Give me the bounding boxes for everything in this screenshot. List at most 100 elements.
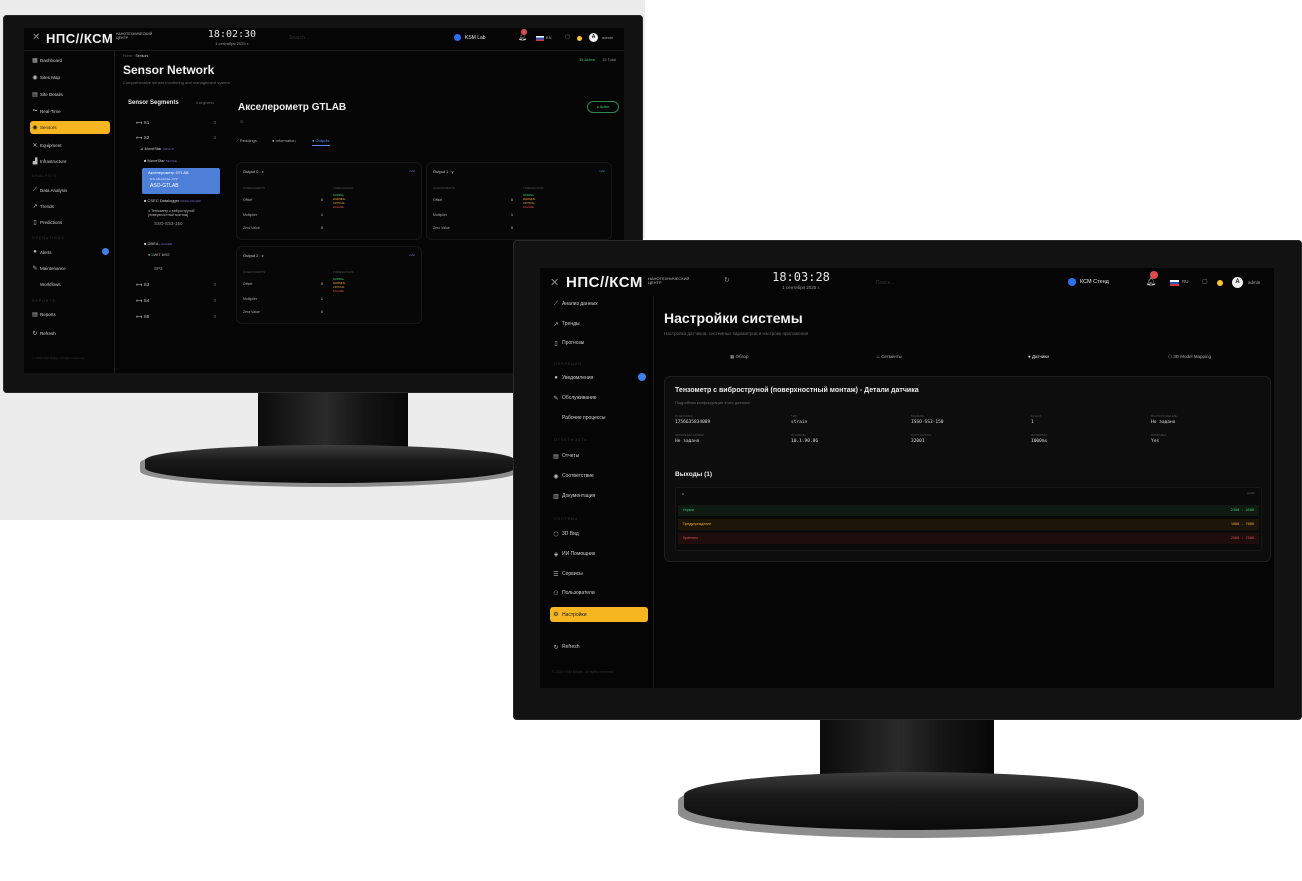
coef-zero: Zero Value 0	[243, 226, 323, 230]
section-analysis: Analysis	[32, 174, 57, 178]
notification-badge	[1150, 271, 1158, 279]
nav-sensors[interactable]: ◉ Sensors	[30, 121, 110, 134]
nav-infrastructure[interactable]: ▟ Infrastructure	[30, 155, 108, 167]
status-badge: ● Active	[587, 101, 619, 113]
nav-services[interactable]: ☰ Сервисы	[550, 568, 648, 580]
nav-compliance[interactable]: ◉ Соответствие	[550, 470, 648, 482]
sensor-name: LWIT 6/92	[151, 252, 170, 257]
nav-workflows[interactable]: Рабочие процессы	[550, 412, 648, 424]
nav-maintenance[interactable]: ✎ Обслуживание	[550, 392, 648, 404]
nav-documentation[interactable]: ▥ Документация	[550, 490, 648, 502]
tree-device-tag: LOGGER	[159, 242, 173, 246]
gear-icon: ⚙	[553, 612, 559, 618]
theme-toggle-icon[interactable]	[1217, 280, 1223, 286]
tree-device-name: MoveStar	[147, 158, 165, 163]
segments-count: 5 segments	[196, 101, 215, 105]
flag-icon[interactable]	[1170, 280, 1179, 286]
nav-refresh[interactable]: ↻ Refresh	[550, 641, 648, 653]
nav-notifications[interactable]: ● Уведомления	[550, 372, 648, 384]
sensor-item[interactable]: ● Тензометр с виброструной (поверхностны…	[148, 209, 220, 226]
nav-users[interactable]: ⚇ Пользователи	[550, 587, 648, 599]
tab-segments[interactable]: ⊥ Сегменты	[876, 354, 902, 360]
nav-data-analysis[interactable]: ⟋ Data Analysis	[30, 184, 108, 196]
segments-title: Sensor Segments	[128, 100, 179, 106]
coef-multiplier: Multiplier 1	[433, 213, 513, 217]
nav-maintenance[interactable]: ✎ Maintenance	[30, 262, 108, 274]
nav-trends[interactable]: ↗ Тренды	[550, 318, 648, 330]
avatar[interactable]: A	[589, 33, 598, 42]
tab-3d-mapping[interactable]: ⬡ 3D Model Mapping	[1168, 354, 1211, 360]
sensor-model: GTLAB-ACCEL-XYZ	[150, 177, 178, 181]
nav-refresh[interactable]: ↻ Refresh	[30, 327, 108, 339]
refresh-icon[interactable]: ↻	[724, 276, 730, 284]
output-title: Output 0 : x	[243, 169, 264, 174]
nav-label: Refresh	[562, 644, 580, 650]
fullscreen-icon[interactable]: ▢	[1202, 278, 1208, 285]
brand-logo: НПС//КСМ	[566, 274, 643, 291]
flag-icon[interactable]	[536, 36, 544, 41]
tab-outputs[interactable]: ● Outputs	[312, 138, 330, 146]
overview-icon: ▦	[730, 354, 735, 359]
close-icon[interactable]: ✕	[32, 32, 40, 43]
nav-site-details[interactable]: ▤ Site Details	[30, 88, 108, 100]
nav-predictions[interactable]: ▯ Predictions	[30, 216, 108, 228]
tree-device[interactable]: ■ MoveStar DEVICE	[144, 158, 177, 163]
tree-device-name: CSEC Datalogger	[147, 198, 180, 203]
site-label: КСМ Стенд	[1080, 279, 1109, 285]
tab-label: 3D Model Mapping	[1173, 354, 1211, 359]
nav-predictions[interactable]: ▯ Прогнозы	[550, 337, 648, 349]
nav-equipment[interactable]: ✕ Equipment	[30, 139, 108, 151]
user-name[interactable]: admin	[1248, 280, 1260, 285]
site-selector[interactable]: КСМ Стенд	[1068, 278, 1109, 286]
tree-group[interactable]: ⊿ MoveStar GROUP	[140, 146, 174, 151]
language-selector[interactable]: EN	[546, 35, 552, 40]
tab-overview[interactable]: ▦ Обзор	[730, 354, 749, 360]
search-input[interactable]: Search...	[289, 35, 309, 41]
nav-dashboard[interactable]: ▦ Dashboard	[30, 54, 108, 66]
segment-item[interactable]: ⟷ S4 3	[136, 298, 216, 304]
close-icon[interactable]: ✕	[550, 276, 559, 289]
maintenance-icon: ✎	[553, 395, 559, 402]
nav-trends[interactable]: ↗ Trends	[30, 200, 108, 212]
threshold-list: NORMAL WARNING CRITICAL FAILURE	[333, 194, 345, 210]
tab-sensors[interactable]: ● Датчики	[1028, 354, 1049, 359]
nav-3d-view[interactable]: ⬡ 3D Вид	[550, 528, 648, 540]
sensor-item-selected[interactable]: Акселерометр GTLAB GTLAB-ACCEL-XYZ ASO-G…	[142, 168, 220, 194]
fullscreen-icon[interactable]: ▢	[565, 34, 570, 40]
segment-item[interactable]: ⟷ S2 3	[136, 135, 216, 141]
nav-label: Соответствие	[562, 473, 594, 479]
nav-data-analysis[interactable]: ⟋ Анализ данных	[550, 298, 648, 310]
page-subtitle: Comprehensive sensor monitoring and mana…	[123, 80, 230, 85]
nav-real-time[interactable]: ⏦ Real-Time	[30, 105, 108, 117]
coef-value: 0	[511, 198, 513, 202]
tree-device[interactable]: ■ CSEC Datalogger DATALOGGER	[144, 198, 201, 203]
nav-reports[interactable]: ▤ Отчеты	[550, 450, 648, 462]
sensor-item[interactable]: ● LWIT 6/92	[148, 252, 170, 257]
nav-workflows[interactable]: Workflows	[30, 278, 108, 290]
coef-label: Zero Value	[243, 310, 260, 314]
segment-item[interactable]: ⟷ S3 3	[136, 282, 216, 288]
output-row-normal: Норма 2300 - 4500	[678, 505, 1259, 516]
segment-item[interactable]: ⟷ S5 3	[136, 314, 216, 320]
search-input[interactable]: Поиск...	[876, 280, 894, 286]
nav-reports[interactable]: ▤ Reports	[30, 308, 108, 320]
tree-device[interactable]: ■ DBEA LOGGER	[144, 241, 172, 246]
language-selector[interactable]: RU	[1182, 279, 1189, 284]
nav-ai-assistant[interactable]: ◈ ИИ Помощник	[550, 548, 648, 560]
user-name[interactable]: admin	[602, 35, 613, 40]
tab-information[interactable]: ● Information	[272, 138, 296, 143]
users-icon: ⚇	[553, 590, 559, 597]
nav-sites-map[interactable]: ◉ Sites Map	[30, 71, 108, 83]
coef-value: 0	[321, 310, 323, 314]
equipment-icon: ✕	[32, 142, 38, 149]
avatar[interactable]: A	[1232, 277, 1243, 288]
breadcrumb-home[interactable]: Home	[123, 54, 132, 58]
segment-item[interactable]: ⟷ S1 3	[136, 120, 216, 126]
site-selector[interactable]: KSM Lab	[454, 34, 486, 41]
nav-settings[interactable]: ⚙ Настройки	[550, 607, 648, 622]
nav-label: Уведомления	[562, 375, 594, 381]
nav-alerts[interactable]: ● Alerts	[30, 246, 108, 258]
tab-readings[interactable]: ⟋ Readings	[236, 138, 257, 143]
theme-toggle-icon[interactable]	[577, 36, 582, 41]
field-label: Включен	[1151, 433, 1166, 437]
